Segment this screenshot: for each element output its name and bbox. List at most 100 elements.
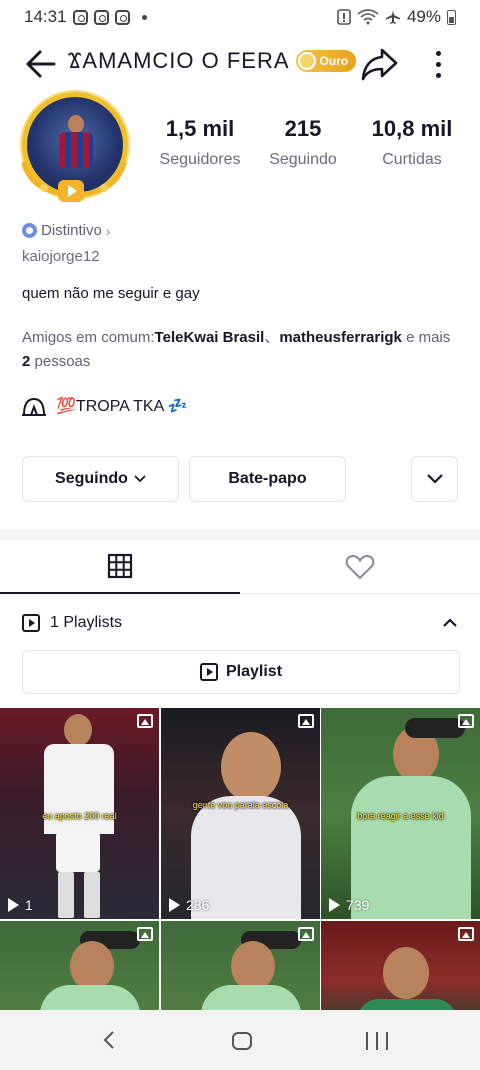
system-navigation-bar [0,1010,480,1070]
battery-icon [447,9,456,25]
player-figure [30,927,140,1021]
following-button-label: Seguindo [55,470,128,487]
player-figure [191,927,301,1021]
playlists-header[interactable]: 1 Playlists [22,604,460,642]
profile-display-name: ϪAMAMCIO O FERA [68,48,290,73]
mutual-separator: 、 [264,329,280,346]
following-stat[interactable]: 215 Seguindo [250,116,356,169]
tab-liked[interactable] [240,540,480,594]
video-thumbnail[interactable]: eu aposto 200 real 1 [0,708,159,919]
profile-title-wrap: ϪAMAMCIO O FERA Ouro [68,48,357,74]
followers-label: Seguidores [159,151,241,168]
profile-tabs [0,540,480,594]
player-figure [191,722,301,919]
playlist-icon [22,614,40,632]
wifi-icon [357,9,379,25]
chat-button-label: Bate-papo [228,470,307,487]
playlists-summary: 1 Playlists [50,614,123,631]
bio-text: quem não me seguir e gay [22,285,200,302]
video-thumbnail[interactable] [0,921,159,1021]
grid-icon [107,553,133,579]
tab-videos[interactable] [0,540,240,594]
mutual-prefix: Amigos em comum: [22,329,155,346]
photo-post-icon [137,714,153,728]
followers-count: 1,5 mil [165,116,235,141]
photo-post-icon [298,714,314,728]
more-notifications-dot-icon [141,14,147,20]
coin-icon [297,52,316,70]
photo-post-icon [137,927,153,941]
play-icon [8,898,19,912]
play-icon [169,898,180,912]
likes-count: 10,8 mil [371,116,453,141]
chevron-down-icon [134,475,146,483]
video-caption: eu aposto 200 real [42,811,117,821]
instagram-notification-icon [72,9,88,25]
heart-icon [345,554,375,580]
likes-label: Curtidas [382,151,442,168]
status-bar: 14:31 49% [0,0,480,34]
video-thumbnail[interactable]: gente vou parala escola 286 [161,708,320,919]
ouro-level-badge[interactable]: Ouro [295,50,357,72]
chevron-up-icon[interactable] [440,613,460,633]
share-icon[interactable] [360,46,398,82]
video-caption: bora reagir a esse kid [357,811,444,821]
nav-back-icon[interactable] [100,1030,118,1050]
video-thumbnail[interactable]: bora reagir a esse kid 739 [321,708,480,919]
chevron-right-icon: › [105,222,111,239]
mutual-friend-1[interactable]: TeleKwai Brasil [155,329,265,346]
view-count: 286 [169,897,209,913]
view-count-value: 1 [25,897,33,913]
sim-alert-icon [337,9,351,25]
profile-header: ϪAMAMCIO O FERA Ouro [0,38,480,90]
chat-button[interactable]: Bate-papo [189,456,346,502]
distintivo-label: Distintivo [41,222,102,239]
nav-recent-apps-icon[interactable] [366,1032,388,1050]
more-options-icon[interactable] [426,46,450,82]
video-thumbnail[interactable] [161,921,320,1021]
back-arrow-icon[interactable] [22,48,56,80]
view-count-value: 739 [346,897,370,913]
view-count: 739 [329,897,369,913]
airplane-mode-icon [385,10,400,24]
distintivo-link[interactable]: Distintivo › [22,222,111,239]
group-link[interactable]: 💯TROPA TKA 💤 [22,395,188,417]
chevron-down-icon [426,474,443,484]
battery-percent: 49% [406,7,441,26]
username: kaiojorge12 [22,248,100,265]
playlist-icon [199,663,218,681]
badge-label: Ouro [319,54,349,68]
photo-post-icon [298,927,314,941]
live-play-badge-icon [58,180,84,202]
following-count: 215 [284,116,322,141]
group-name: 💯TROPA TKA 💤 [56,398,188,415]
profile-stats: 1,5 mil Seguidores 215 Seguindo 10,8 mil… [150,116,470,169]
following-button[interactable]: Seguindo [22,456,179,502]
clock: 14:31 [24,7,67,26]
following-label: Seguindo [269,151,337,168]
view-count: 1 [8,897,33,913]
video-caption: gente vou parala escola [192,800,289,810]
video-grid: eu aposto 200 real 1 gente vou parala es… [0,708,480,1021]
section-divider [0,530,480,540]
photo-post-icon [458,927,474,941]
instagram-notification-icon [93,9,109,25]
group-tent-icon [22,397,46,416]
playlist-button[interactable]: Playlist [22,650,460,694]
mutual-suffix: pessoas [30,353,91,370]
instagram-notification-icon [114,9,130,25]
video-thumbnail[interactable] [321,921,480,1021]
playlist-button-label: Playlist [225,663,283,680]
distintivo-shield-icon [22,223,37,238]
followers-stat[interactable]: 1,5 mil Seguidores [150,116,250,169]
mutual-friends[interactable]: Amigos em comum:TeleKwai Brasil、matheusf… [22,326,462,374]
nav-home-icon[interactable] [232,1032,252,1050]
mutual-friend-2[interactable]: matheusferrarigk [279,329,402,346]
likes-stat[interactable]: 10,8 mil Curtidas [356,116,468,169]
photo-post-icon [458,714,474,728]
mutual-mid: e mais [401,329,451,346]
play-icon [329,898,340,912]
player-figure [357,941,457,1021]
view-count-value: 286 [186,897,210,913]
suggested-accounts-button[interactable] [411,456,458,502]
